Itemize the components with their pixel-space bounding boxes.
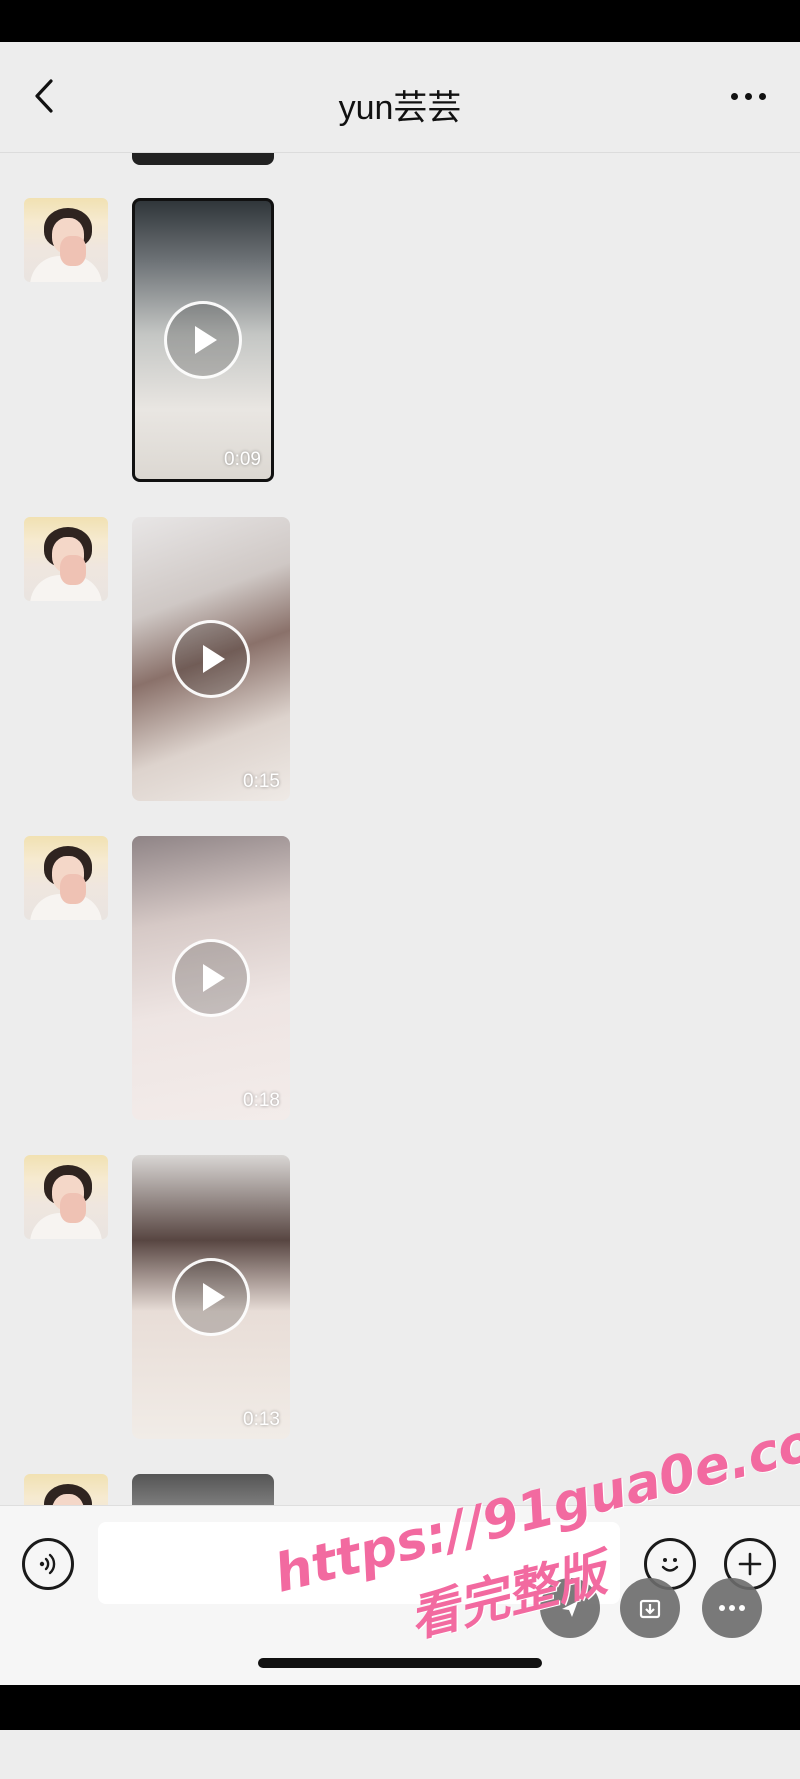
video-message[interactable]: 0:13 xyxy=(132,1155,290,1439)
avatar[interactable] xyxy=(24,198,108,282)
video-duration: 0:18 xyxy=(243,1090,280,1111)
avatar[interactable] xyxy=(24,1474,108,1505)
video-message[interactable]: 0:18 xyxy=(132,836,290,1120)
play-icon[interactable] xyxy=(172,1258,250,1336)
avatar[interactable] xyxy=(24,1155,108,1239)
video-duration: 0:13 xyxy=(243,1409,280,1430)
voice-button[interactable] xyxy=(22,1538,74,1590)
chat-title: yun芸芸 xyxy=(338,89,462,127)
video-message-partial[interactable] xyxy=(132,1474,274,1505)
play-icon[interactable] xyxy=(172,620,250,698)
video-duration: 0:15 xyxy=(243,771,280,792)
play-icon[interactable] xyxy=(172,939,250,1017)
nav-bar: yun芸芸 xyxy=(0,42,800,153)
more-button[interactable] xyxy=(718,82,778,110)
video-duration: 0:09 xyxy=(224,449,261,470)
voice-icon xyxy=(39,1553,56,1575)
more-icon xyxy=(730,92,738,100)
chat-message-list[interactable]: 0:09 0:15 0:18 0:13 xyxy=(0,153,800,1505)
play-icon[interactable] xyxy=(164,301,242,379)
avatar[interactable] xyxy=(24,517,108,601)
status-bar xyxy=(0,0,800,42)
video-message[interactable]: 0:09 xyxy=(132,198,274,482)
video-thumbnail-partial[interactable] xyxy=(132,153,274,165)
avatar[interactable] xyxy=(24,836,108,920)
video-message[interactable]: 0:15 xyxy=(132,517,290,801)
